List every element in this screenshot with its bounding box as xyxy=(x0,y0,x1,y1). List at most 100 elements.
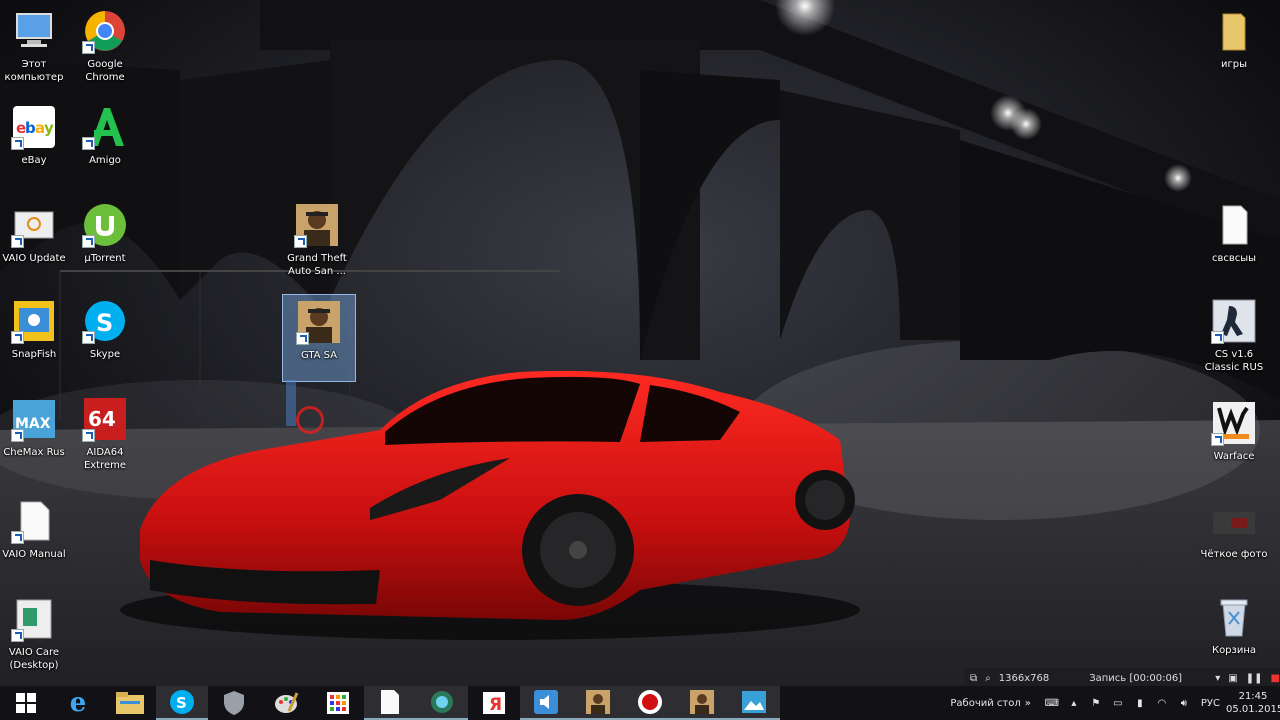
document-icon xyxy=(11,498,57,544)
document-icon xyxy=(381,690,399,714)
clock[interactable]: 21:45 05.01.2015 xyxy=(1226,690,1280,716)
amigo-desktop-icon[interactable]: Amigo xyxy=(69,100,141,186)
shortcut-arrow-icon xyxy=(11,137,24,150)
vaio-care-desktop-icon[interactable]: VAIO Care (Desktop) xyxy=(0,592,70,678)
icon-label: Grand Theft Auto San ... xyxy=(287,253,347,277)
pause-icon[interactable]: ❚❚ xyxy=(1246,673,1263,684)
camera-icon[interactable]: ▣ xyxy=(1228,673,1237,684)
svg-text:S: S xyxy=(96,309,113,337)
clock-time: 21:45 xyxy=(1238,691,1268,702)
screens-icon[interactable]: ⧉ xyxy=(970,673,977,684)
warface-desktop-icon[interactable]: Warface xyxy=(1198,396,1270,482)
internet-explorer-icon: e xyxy=(69,688,87,718)
icon-label: Skype xyxy=(89,349,121,360)
stop-icon[interactable]: ■ xyxy=(1271,673,1280,684)
taskbar-skype[interactable]: S xyxy=(156,686,208,720)
wifi-icon[interactable]: ◠ xyxy=(1154,696,1170,710)
taskbar-store[interactable] xyxy=(312,686,364,720)
volume-icon[interactable]: 🔊︎ xyxy=(1176,696,1192,710)
taskbar-security[interactable] xyxy=(208,686,260,720)
cursor-click-indicator xyxy=(296,406,324,434)
snapfish-icon xyxy=(11,298,57,344)
ebay-icon: ebay xyxy=(11,104,57,150)
taskbar: e S Я Рабочий стол » ⌨ ▴ ⚑ ▭ ▮ ◠ 🔊︎ РУС … xyxy=(0,686,1280,720)
ebay-desktop-icon[interactable]: ebay eBay xyxy=(0,100,70,186)
computer-icon xyxy=(11,8,57,54)
recycle-bin-desktop-icon[interactable]: Корзина xyxy=(1198,590,1270,676)
taskbar-notepad[interactable] xyxy=(364,686,416,720)
svg-text:y: y xyxy=(44,119,54,137)
counter-strike-icon xyxy=(1211,298,1257,344)
snapfish-desktop-icon[interactable]: SnapFish xyxy=(0,294,70,380)
amigo-icon xyxy=(82,104,128,150)
recording-resolution: 1366x768 xyxy=(998,672,1050,684)
taskbar-recorder[interactable] xyxy=(624,686,676,720)
shortcut-arrow-icon xyxy=(1211,331,1224,344)
svg-text:Я: Я xyxy=(489,695,502,715)
vaio-manual-desktop-icon[interactable]: VAIO Manual xyxy=(0,494,70,580)
photo-desktop-icon[interactable]: Чёткое фото xyxy=(1198,494,1270,580)
google-chrome-desktop-icon[interactable]: Google Chrome xyxy=(69,4,141,90)
toolbar-expand-icon[interactable]: » xyxy=(1025,698,1031,709)
taskbar-photos[interactable] xyxy=(728,686,780,720)
gta-icon xyxy=(586,690,610,714)
taskbar-yandex[interactable]: Я xyxy=(468,686,520,720)
shortcut-arrow-icon xyxy=(82,429,95,442)
taskbar-gta-sa[interactable] xyxy=(676,686,728,720)
gta-icon xyxy=(296,299,342,345)
desktop-wallpaper xyxy=(0,0,1280,720)
vaio-update-desktop-icon[interactable]: VAIO Update xyxy=(0,198,70,284)
battery-icon[interactable]: ▭ xyxy=(1110,696,1126,710)
icon-label: Google Chrome xyxy=(85,59,125,83)
gta-sa-desktop-icon-selected[interactable]: GTA SA xyxy=(282,294,356,382)
skype-desktop-icon[interactable]: S Skype xyxy=(69,294,141,380)
taskbar-internet-explorer[interactable]: e xyxy=(52,686,104,720)
cs-desktop-icon[interactable]: CS v1.6 Classic RUS xyxy=(1198,294,1270,380)
icon-label: GTA SA xyxy=(300,350,338,361)
network-icon[interactable]: ▮ xyxy=(1132,696,1148,710)
shortcut-arrow-icon xyxy=(11,235,24,248)
this-pc-desktop-icon[interactable]: Этот компьютер xyxy=(0,4,70,90)
recycle-bin-icon xyxy=(1211,594,1257,640)
icon-label: VAIO Manual xyxy=(2,549,66,560)
games-folder-desktop-icon[interactable]: игры xyxy=(1198,4,1270,90)
document-icon xyxy=(1211,202,1257,248)
icon-label: VAIO Update xyxy=(2,253,66,264)
skype-icon: S xyxy=(82,298,128,344)
gta-san-andreas-desktop-icon[interactable]: Grand Theft Auto San ... xyxy=(281,198,353,284)
folder-icon xyxy=(1211,8,1257,54)
icon-label: игры xyxy=(1221,59,1247,70)
taskbar-file-explorer[interactable] xyxy=(104,686,156,720)
taskbar-browser[interactable] xyxy=(416,686,468,720)
chevron-up-icon[interactable]: ▴ xyxy=(1066,696,1082,710)
warface-icon xyxy=(1211,400,1257,446)
shortcut-arrow-icon xyxy=(296,332,309,345)
language-indicator[interactable]: РУС xyxy=(1201,698,1220,709)
record-icon xyxy=(638,690,662,714)
keyboard-icon[interactable]: ⌨ xyxy=(1044,696,1060,710)
icon-label: CS v1.6 Classic RUS xyxy=(1204,349,1264,373)
chemax-icon: MAX xyxy=(11,396,57,442)
dropdown-icon[interactable]: ▾ xyxy=(1215,673,1220,684)
chemax-desktop-icon[interactable]: MAX CheMax Rus xyxy=(0,392,70,478)
magnifier-icon[interactable]: ⌕ xyxy=(985,673,991,684)
shortcut-arrow-icon xyxy=(11,531,24,544)
icon-label: Этот компьютер xyxy=(4,59,64,83)
text-file-desktop-icon[interactable]: свсвсыы xyxy=(1198,198,1270,284)
taskbar-paint[interactable] xyxy=(260,686,312,720)
shortcut-arrow-icon xyxy=(82,41,95,54)
flag-icon[interactable]: ⚑ xyxy=(1088,696,1104,710)
start-button[interactable] xyxy=(0,686,52,720)
taskbar-gta[interactable] xyxy=(572,686,624,720)
paint-palette-icon xyxy=(275,692,299,713)
icon-label: µTorrent xyxy=(84,253,126,264)
store-tiles-icon xyxy=(327,692,349,714)
aida64-desktop-icon[interactable]: 64 AIDA64 Extreme xyxy=(69,392,141,478)
utorrent-desktop-icon[interactable]: µTorrent xyxy=(69,198,141,284)
desktop-toolbar-label[interactable]: Рабочий стол xyxy=(950,698,1020,709)
svg-text:64: 64 xyxy=(88,407,116,431)
browser-globe-icon xyxy=(431,691,453,713)
icon-label: Amigo xyxy=(89,155,121,166)
taskbar-media-player[interactable] xyxy=(520,686,572,720)
gta-icon xyxy=(294,202,340,248)
